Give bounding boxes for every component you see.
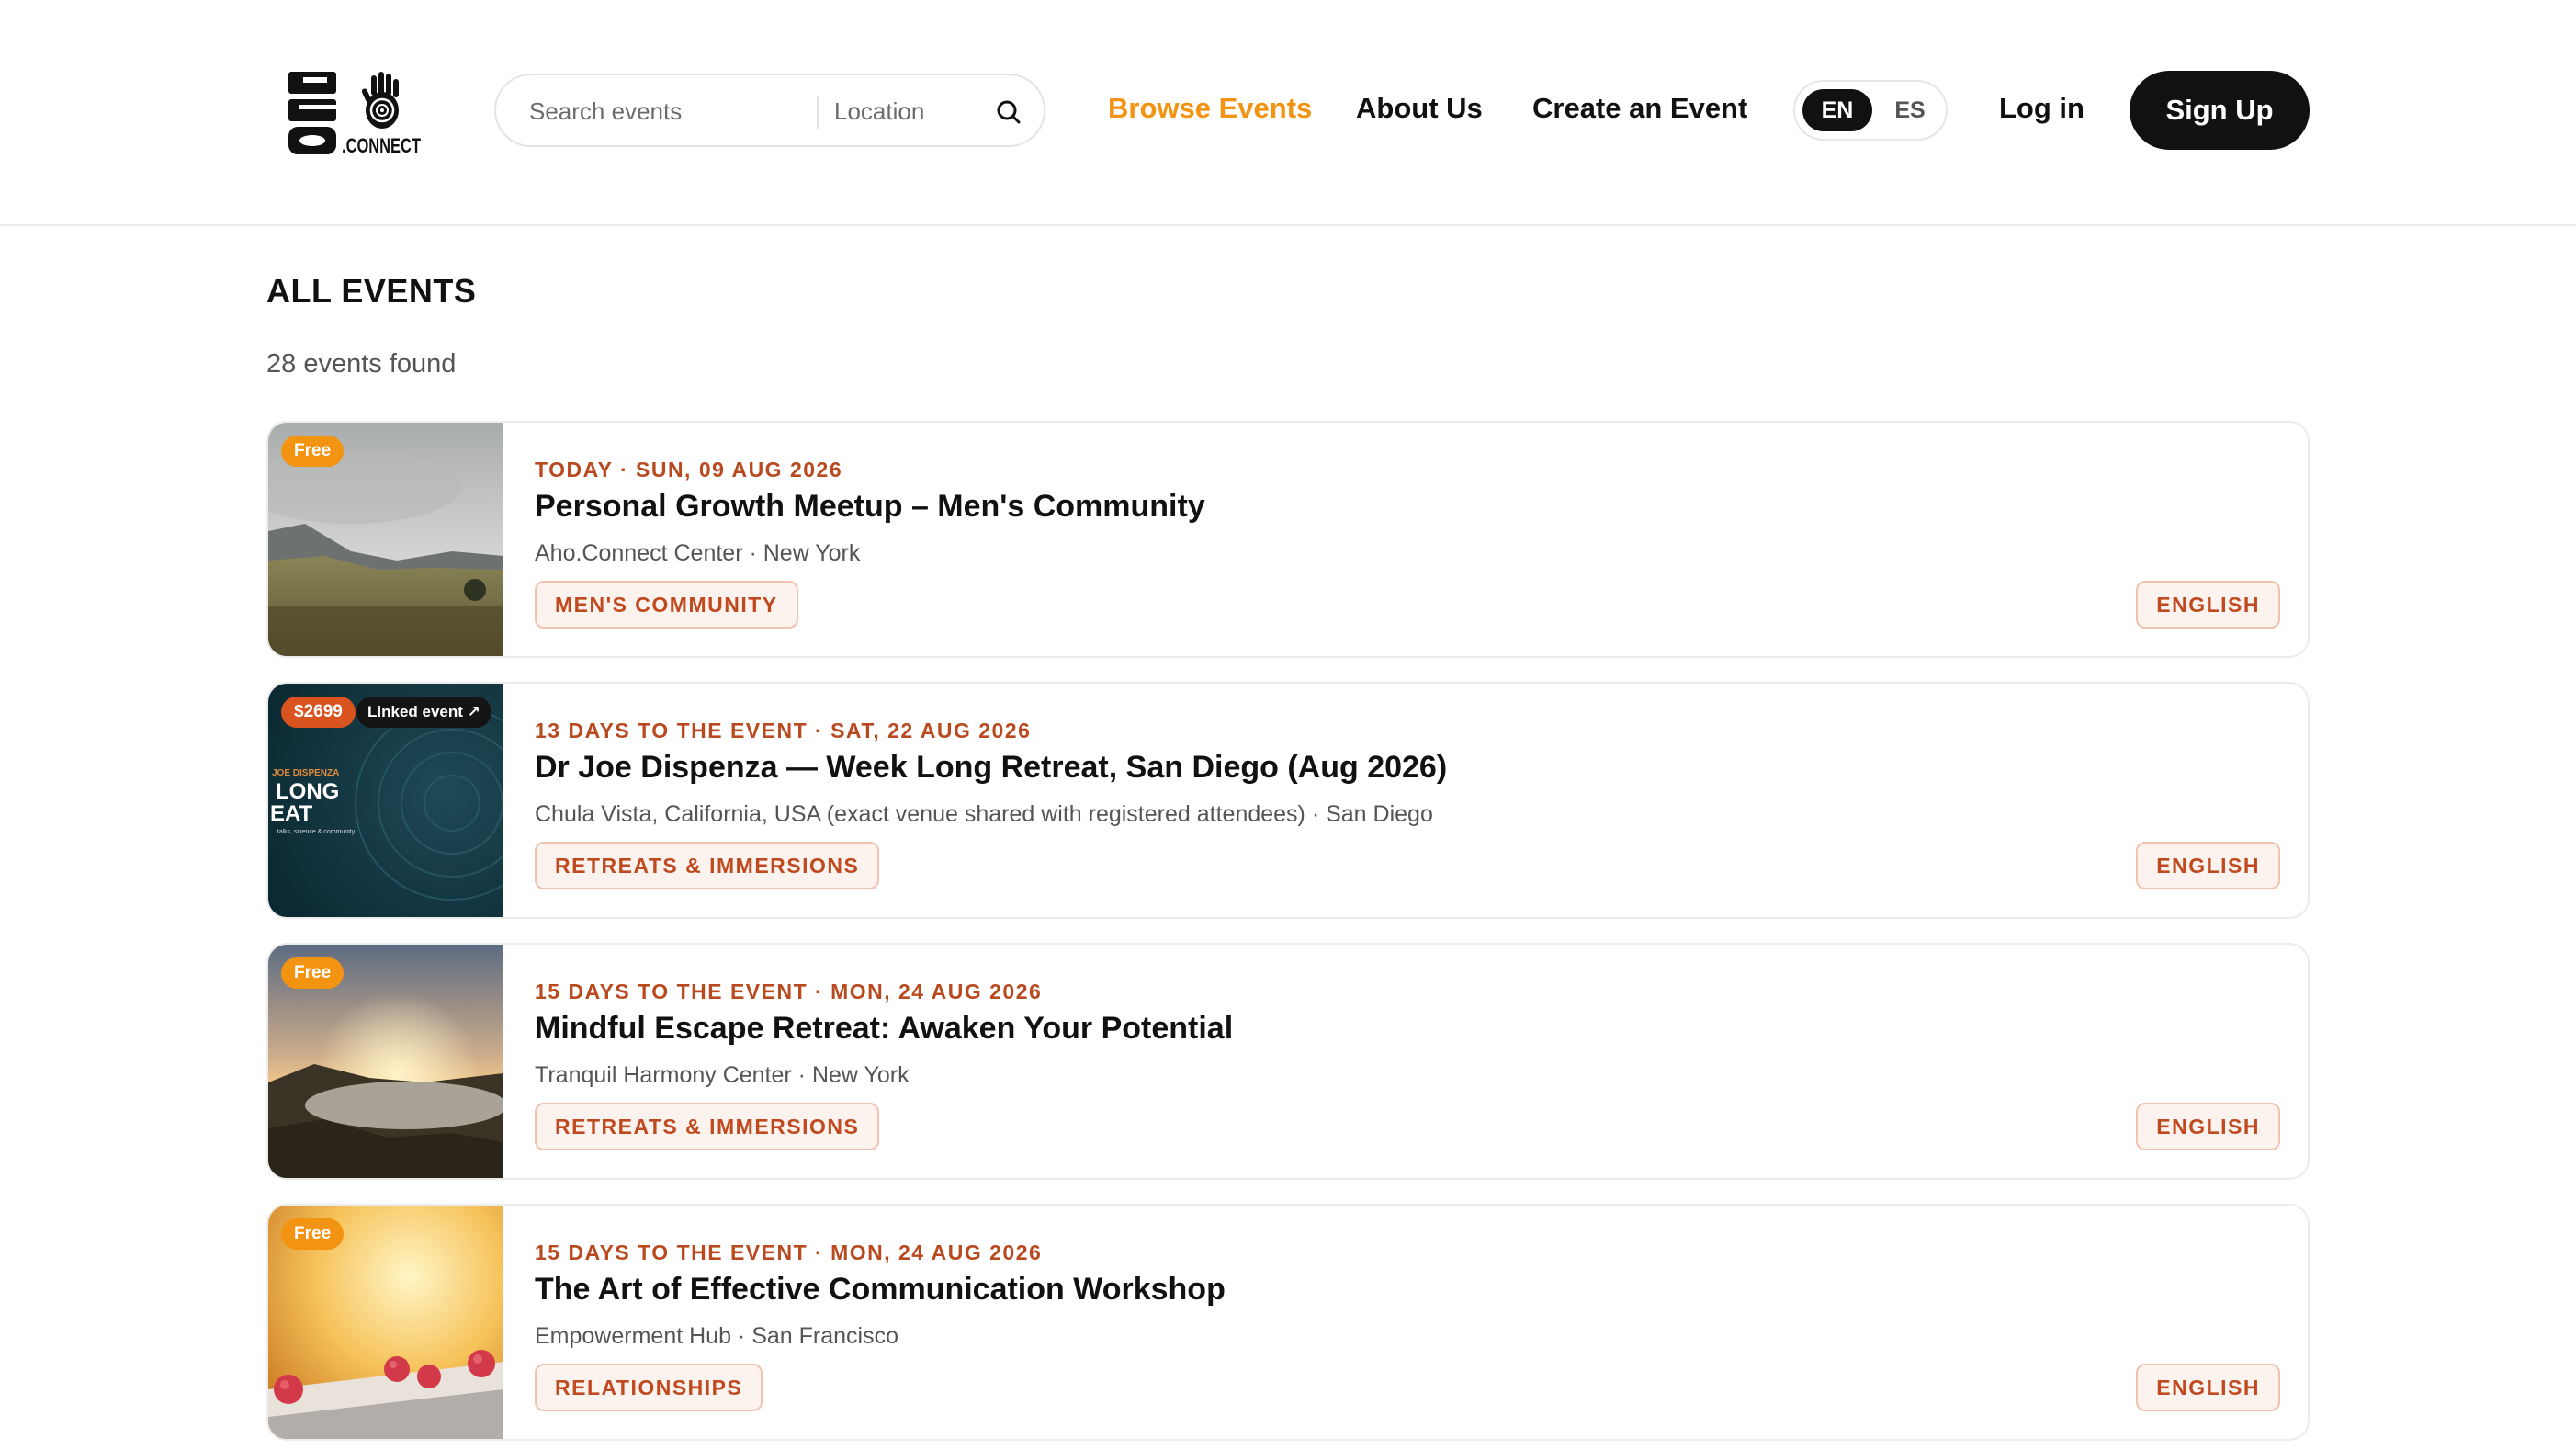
event-thumbnail: Free: [268, 423, 503, 656]
event-thumbnail: Free: [268, 945, 503, 1178]
search-input[interactable]: [529, 92, 805, 130]
svg-text:.CONNECT: .CONNECT: [342, 134, 421, 156]
thumbnail-overlay-line2: EAT: [270, 801, 313, 826]
category-tag[interactable]: RETREATS & IMMERSIONS: [535, 1103, 880, 1150]
language-en-button[interactable]: EN: [1802, 89, 1872, 131]
category-tag[interactable]: MEN'S COMMUNITY: [535, 581, 798, 629]
nav-create-event[interactable]: Create an Event: [1532, 92, 1747, 125]
price-badge: Free: [281, 957, 345, 989]
search-divider: [817, 96, 819, 129]
search-icon: [997, 100, 1021, 124]
event-title[interactable]: The Art of Effective Communication Works…: [535, 1272, 1226, 1308]
event-venue: Tranquil Harmony Center · New York: [535, 1062, 910, 1088]
signup-button[interactable]: Sign Up: [2130, 71, 2310, 150]
language-tag: ENGLISH: [2136, 581, 2280, 629]
logo[interactable]: .CONNECT: [287, 70, 423, 157]
price-badge: Free: [281, 436, 345, 467]
language-tag: ENGLISH: [2136, 1364, 2280, 1411]
language-toggle: EN ES: [1793, 80, 1948, 141]
event-card[interactable]: Free 15 DAYS TO THE EVENT · MON, 24 AUG …: [266, 1204, 2310, 1441]
nav-about-us[interactable]: About Us: [1356, 92, 1483, 125]
event-title[interactable]: Mindful Escape Retreat: Awaken Your Pote…: [535, 1011, 1233, 1047]
thumbnail-overlay-small: JOE DISPENZA: [272, 768, 340, 778]
event-venue: Chula Vista, California, USA (exact venu…: [535, 801, 1433, 827]
event-date: 15 DAYS TO THE EVENT · MON, 24 AUG 2026: [535, 980, 1043, 1003]
site-header: .CONNECT Browse Events About Us Create a…: [0, 0, 2576, 226]
language-tag: ENGLISH: [2136, 842, 2280, 889]
category-tag[interactable]: RELATIONSHIPS: [535, 1364, 763, 1411]
event-title[interactable]: Dr Joe Dispenza — Week Long Retreat, San…: [535, 750, 1447, 786]
search-bar: [494, 74, 1045, 147]
nav-browse-events[interactable]: Browse Events: [1108, 92, 1312, 125]
linked-event-badge[interactable]: Linked event ↗: [356, 697, 491, 728]
event-card[interactable]: Free 15 DAYS TO THE EVENT · MON, 24 AUG …: [266, 943, 2310, 1180]
page-title: ALL EVENTS: [266, 272, 477, 310]
results-count: 28 events found: [266, 349, 457, 379]
event-card[interactable]: Free TODAY · SUN, 09 AUG 2026 Personal G…: [266, 421, 2310, 658]
event-venue: Aho.Connect Center · New York: [535, 540, 861, 566]
thumbnail-overlay-tiny: ... talks, science & community: [270, 829, 356, 835]
location-input[interactable]: [834, 92, 981, 130]
event-venue: Empowerment Hub · San Francisco: [535, 1323, 898, 1349]
event-thumbnail: JOE DISPENZA LONG EAT ... talks, science…: [268, 684, 503, 917]
price-badge: $2699: [281, 697, 356, 728]
search-button[interactable]: [989, 92, 1029, 132]
price-badge: Free: [281, 1218, 345, 1250]
event-date: TODAY · SUN, 09 AUG 2026: [535, 458, 843, 481]
language-tag: ENGLISH: [2136, 1103, 2280, 1150]
event-title[interactable]: Personal Growth Meetup – Men's Community: [535, 489, 1205, 525]
login-link[interactable]: Log in: [1999, 92, 2085, 125]
category-tag[interactable]: RETREATS & IMMERSIONS: [535, 842, 880, 889]
aho-connect-logo-icon: .CONNECT: [287, 70, 421, 157]
event-thumbnail: Free: [268, 1206, 503, 1439]
event-date: 15 DAYS TO THE EVENT · MON, 24 AUG 2026: [535, 1240, 1043, 1264]
language-es-button[interactable]: ES: [1880, 89, 1940, 131]
event-card[interactable]: JOE DISPENZA LONG EAT ... talks, science…: [266, 682, 2310, 919]
event-date: 13 DAYS TO THE EVENT · SAT, 22 AUG 2026: [535, 719, 1032, 742]
